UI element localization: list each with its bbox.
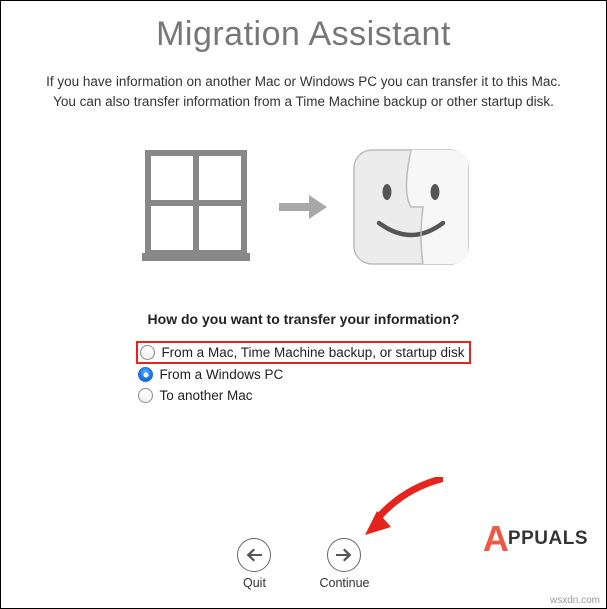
nav-row: Quit Continue: [1, 538, 606, 590]
quit-label: Quit: [243, 576, 266, 590]
source-credit: wsxdn.com: [550, 595, 600, 606]
arrow-left-circle-icon: [237, 538, 271, 572]
finder-face-icon: [353, 149, 469, 265]
radio-icon: [138, 388, 153, 403]
annotation-arrow-icon: [363, 477, 443, 537]
illustration-row: [25, 149, 582, 265]
prompt-text: How do you want to transfer your informa…: [25, 311, 582, 327]
subtitle: If you have information on another Mac o…: [25, 72, 582, 111]
subtitle-line-2: You can also transfer information from a…: [53, 94, 554, 109]
arrow-right-circle-icon: [327, 538, 361, 572]
migration-assistant-panel: Migration Assistant If you have informat…: [0, 0, 607, 609]
option-from-mac[interactable]: From a Mac, Time Machine backup, or star…: [136, 341, 470, 364]
option-label: To another Mac: [159, 388, 252, 403]
window-pane-icon: [139, 150, 253, 264]
continue-label: Continue: [319, 576, 369, 590]
subtitle-line-1: If you have information on another Mac o…: [46, 74, 561, 89]
continue-button[interactable]: Continue: [319, 538, 369, 590]
quit-button[interactable]: Quit: [237, 538, 271, 590]
page-title: Migration Assistant: [25, 15, 582, 54]
radio-icon: [140, 345, 155, 360]
option-from-windows[interactable]: From a Windows PC: [136, 364, 470, 385]
radio-icon-selected: [138, 367, 153, 382]
option-to-another-mac[interactable]: To another Mac: [136, 385, 470, 406]
option-label: From a Windows PC: [159, 367, 283, 382]
options-group: From a Mac, Time Machine backup, or star…: [136, 341, 470, 406]
arrow-right-icon: [279, 193, 327, 221]
option-label: From a Mac, Time Machine backup, or star…: [161, 345, 464, 360]
